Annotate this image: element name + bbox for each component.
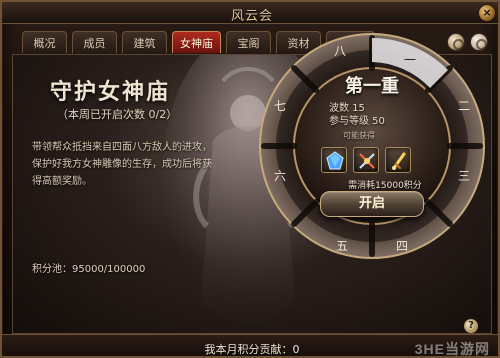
stage-ring-graphic: 八 一 二 三 四 五 六 七: [259, 33, 485, 259]
ring-label-5: 五: [336, 239, 348, 253]
ring-label-4: 四: [396, 239, 408, 253]
stage-title: 第一重: [345, 76, 399, 96]
reward-slot-3[interactable]: [385, 147, 411, 173]
ring-label-8: 八: [334, 44, 346, 58]
ring-label-7: 七: [274, 99, 286, 113]
watermark: 3HE当游网: [414, 341, 490, 357]
tab-label: 女神庙: [180, 36, 213, 50]
points-pool: 积分池：95000/100000: [32, 264, 146, 275]
weekly-open-count: （本周已开启次数 0/2）: [57, 108, 178, 121]
ring-label-6: 六: [274, 169, 286, 183]
rewards-label: 可能获得: [343, 131, 375, 140]
stage-wheel: 八 一 二 三 四 五 六 七: [254, 28, 490, 264]
crossed-swords-icon: [359, 153, 375, 169]
temple-title: 守护女神庙: [50, 79, 171, 104]
ring-label-2: 二: [458, 99, 470, 113]
reward-slots: [321, 147, 441, 173]
title-bar: 风云会 ×: [2, 2, 498, 24]
ring-label-1: 一: [404, 53, 416, 67]
guild-window: 风云会 × 概况 成员 建筑 女神庙 宝阁 资材 千层窟: [0, 0, 500, 358]
tab-label: 建筑: [133, 36, 156, 50]
close-icon: ×: [482, 6, 492, 19]
tab-members[interactable]: 成员: [72, 31, 117, 53]
reward-slot-1[interactable]: [321, 147, 347, 173]
tab-label: 成员: [83, 36, 106, 50]
close-button[interactable]: ×: [478, 4, 496, 22]
golden-sword-icon: [392, 152, 406, 170]
start-button[interactable]: 开启: [320, 191, 424, 217]
ring-label-3: 三: [458, 169, 470, 183]
tab-label: 概况: [33, 36, 56, 50]
required-level: 参与等级 50: [329, 116, 385, 127]
cost-text: 需消耗15000积分: [348, 181, 422, 191]
reward-slot-2[interactable]: [353, 147, 379, 173]
blue-gem-icon: [326, 151, 344, 170]
temple-description: 带领帮众抵挡来自四面八方敌人的进攻，保护好我方女神雕像的生存，成功后将获得高额奖…: [32, 142, 212, 187]
tab-goddess-temple[interactable]: 女神庙: [172, 31, 221, 53]
help-icon[interactable]: ?: [464, 319, 478, 333]
window-title: 风云会: [230, 8, 273, 23]
tab-overview[interactable]: 概况: [22, 31, 67, 53]
tab-buildings[interactable]: 建筑: [122, 31, 167, 53]
